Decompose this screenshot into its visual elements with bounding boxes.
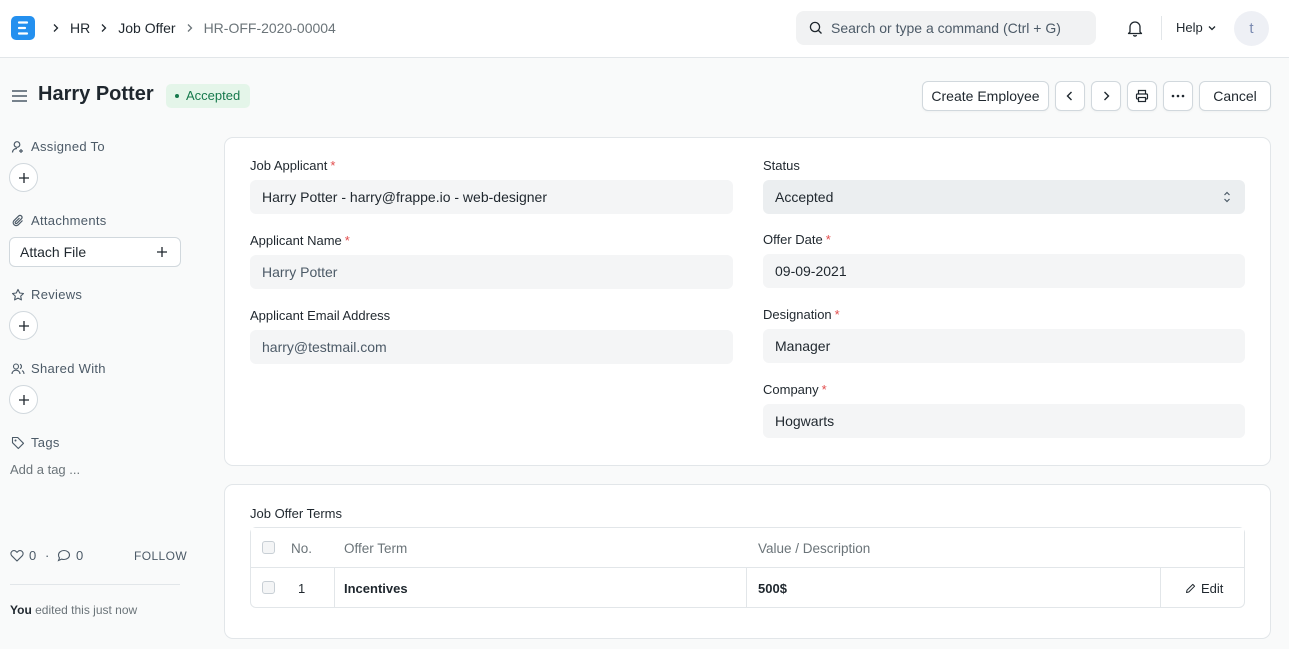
applicant-email-field: harry@testmail.com xyxy=(250,330,733,364)
designation-label: Designation * xyxy=(763,307,840,322)
star-icon xyxy=(11,288,25,300)
paperclip-icon xyxy=(12,214,23,226)
designation-field[interactable]: Manager xyxy=(763,329,1245,363)
comments-count: 0 xyxy=(76,548,84,563)
offer-date-field[interactable]: 09-09-2021 xyxy=(763,254,1245,288)
shared-with-label: Shared With xyxy=(31,361,106,376)
sidebar-toggle-icon[interactable] xyxy=(11,88,28,104)
company-label: Company * xyxy=(763,382,827,397)
job-offer-terms-table: No. Offer Term Value / Description 1 Inc… xyxy=(250,527,1245,608)
attachments-section: Attachments xyxy=(11,213,107,228)
dot-separator: · xyxy=(45,548,50,563)
edit-label: Edit xyxy=(1201,581,1224,596)
status-label: Status xyxy=(763,158,800,173)
plus-icon xyxy=(18,394,29,405)
print-button[interactable] xyxy=(1127,81,1157,111)
likes-count: 0 xyxy=(29,548,37,563)
sidebar-divider xyxy=(10,584,180,585)
table-row[interactable]: 1 Incentives 500$ Edit xyxy=(251,568,1244,608)
cancel-button[interactable]: Cancel xyxy=(1199,81,1271,111)
activity-text: edited this just now xyxy=(31,603,138,617)
more-actions-button[interactable] xyxy=(1163,81,1193,111)
status-badge: Accepted xyxy=(166,84,251,108)
ellipsis-icon xyxy=(1171,94,1185,98)
navbar: HR Job Offer HR-OFF-2020-00004 Help t xyxy=(0,0,1289,58)
job-applicant-label: Job Applicant * xyxy=(250,158,336,173)
row-checkbox[interactable] xyxy=(262,581,275,594)
job-offer-terms-label: Job Offer Terms xyxy=(250,506,342,521)
bell-icon[interactable] xyxy=(1125,18,1145,38)
column-header-offer-term: Offer Term xyxy=(344,541,408,556)
attach-file-label: Attach File xyxy=(20,244,87,260)
row-number: 1 xyxy=(298,581,306,596)
company-field[interactable]: Hogwarts xyxy=(763,404,1245,438)
breadcrumb-job-offer[interactable]: Job Offer xyxy=(118,20,175,36)
chevron-down-icon xyxy=(1208,25,1216,30)
tag-icon xyxy=(11,436,25,449)
create-employee-button[interactable]: Create Employee xyxy=(922,81,1049,111)
plus-icon xyxy=(157,247,167,257)
chevron-right-icon xyxy=(46,19,66,37)
search-icon xyxy=(809,21,822,34)
attach-file-button[interactable]: Attach File xyxy=(9,237,181,267)
heart-icon xyxy=(10,550,24,562)
avatar[interactable]: t xyxy=(1234,11,1269,46)
tags-section: Tags xyxy=(11,435,60,450)
share-button[interactable] xyxy=(9,385,38,414)
shared-with-section: Shared With xyxy=(11,361,106,376)
likes-counter[interactable]: 0 xyxy=(10,548,36,563)
column-header-value: Value / Description xyxy=(758,541,871,556)
status-select-value: Accepted xyxy=(775,189,834,205)
plus-icon xyxy=(18,172,29,183)
reviews-section: Reviews xyxy=(11,287,82,302)
tags-label: Tags xyxy=(31,435,60,450)
chevron-right-icon xyxy=(1104,91,1110,101)
comments-counter[interactable]: 0 xyxy=(57,548,83,563)
assigned-to-section: Assigned To xyxy=(11,139,105,154)
applicant-email-label: Applicant Email Address xyxy=(250,308,391,323)
navbar-divider xyxy=(1161,16,1162,40)
column-header-no: No. xyxy=(291,541,313,556)
select-arrows-icon xyxy=(1224,191,1230,203)
breadcrumb-hr[interactable]: HR xyxy=(70,20,90,36)
select-all-checkbox[interactable] xyxy=(262,541,275,554)
chevron-left-icon xyxy=(1066,91,1072,101)
add-review-button[interactable] xyxy=(9,311,38,340)
row-value[interactable]: 500$ xyxy=(758,581,787,596)
users-icon xyxy=(11,362,25,374)
table-header-row: No. Offer Term Value / Description xyxy=(251,528,1244,568)
pencil-icon xyxy=(1186,583,1196,593)
add-assignee-button[interactable] xyxy=(9,163,38,192)
search-input[interactable] xyxy=(831,11,1089,45)
printer-icon xyxy=(1135,89,1149,103)
plus-icon xyxy=(18,320,29,331)
page-title: Harry Potter xyxy=(38,83,154,105)
reviews-label: Reviews xyxy=(31,287,83,302)
last-activity: You edited this just now xyxy=(10,601,160,620)
next-record-button[interactable] xyxy=(1091,81,1121,111)
assigned-to-label: Assigned To xyxy=(31,139,105,154)
breadcrumb: HR Job Offer HR-OFF-2020-00004 xyxy=(48,19,336,37)
job-applicant-field[interactable]: Harry Potter - harry@frappe.io - web-des… xyxy=(250,180,733,214)
chevron-right-icon xyxy=(94,19,114,37)
row-offer-term[interactable]: Incentives xyxy=(344,581,408,596)
row-edit-button[interactable]: Edit xyxy=(1185,581,1223,596)
applicant-name-label: Applicant Name * xyxy=(250,233,350,248)
applicant-name-field: Harry Potter xyxy=(250,255,733,289)
help-label: Help xyxy=(1176,20,1203,35)
follow-button[interactable]: FOLLOW xyxy=(134,549,187,563)
chevron-right-icon xyxy=(180,19,200,37)
breadcrumb-current[interactable]: HR-OFF-2020-00004 xyxy=(204,20,336,36)
help-menu[interactable]: Help xyxy=(1176,20,1217,35)
status-select[interactable]: Accepted xyxy=(763,180,1245,214)
app-logo-icon[interactable] xyxy=(11,16,35,40)
activity-user: You xyxy=(10,603,32,617)
user-icon xyxy=(11,140,23,153)
attachments-label: Attachments xyxy=(31,213,107,228)
previous-record-button[interactable] xyxy=(1055,81,1085,111)
add-tag-link[interactable]: Add a tag ... xyxy=(10,462,80,477)
offer-date-label: Offer Date * xyxy=(763,232,831,247)
search-bar[interactable] xyxy=(796,11,1096,45)
comment-icon xyxy=(57,549,71,562)
